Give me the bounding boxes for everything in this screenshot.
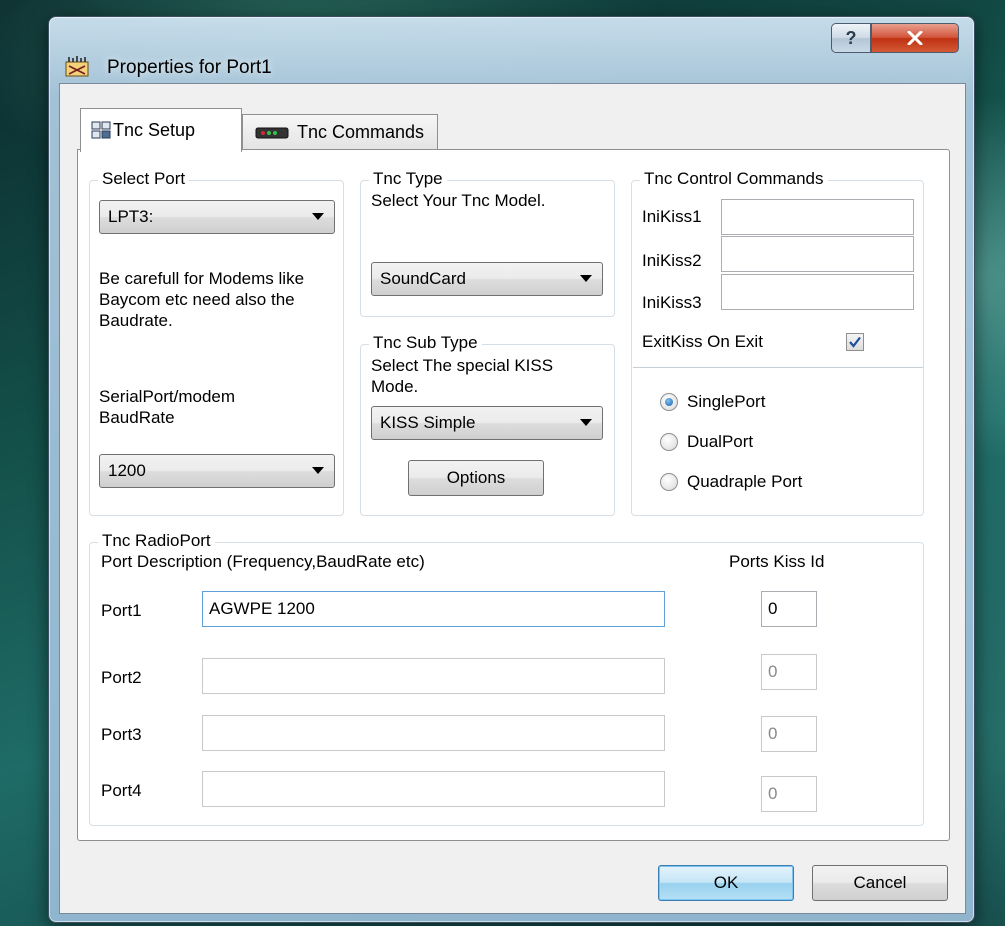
properties-dialog: Properties for Port1 ? Tnc Setup Tnc Com… bbox=[48, 16, 975, 923]
port4-label: Port4 bbox=[101, 781, 142, 800]
control-commands-group: Tnc Control Commands IniKiss1 IniKiss2 I… bbox=[631, 169, 924, 516]
inikiss2-input[interactable] bbox=[721, 236, 914, 272]
tnc-setup-panel: Select Port LPT3: Be carefull for Modems… bbox=[77, 149, 950, 841]
title-bar[interactable]: Properties for Port1 ? bbox=[49, 17, 974, 78]
tnc-sub-type-group: Tnc Sub Type Select The special KISS Mod… bbox=[360, 333, 615, 516]
port1-label: Port1 bbox=[101, 601, 142, 620]
port1-kiss-id-input[interactable]: 0 bbox=[761, 591, 817, 627]
baudrate-select-value: 1200 bbox=[108, 461, 146, 480]
baudrate-label: SerialPort/modem BaudRate bbox=[99, 387, 236, 427]
tnc-sub-type-select[interactable]: KISS Simple bbox=[371, 406, 603, 440]
radio-port-group: Tnc RadioPort Port Description (Frequenc… bbox=[89, 531, 924, 826]
tnc-type-value: SoundCard bbox=[380, 269, 467, 288]
inikiss1-input[interactable] bbox=[721, 199, 914, 235]
tnc-type-legend: Tnc Type bbox=[369, 169, 447, 189]
tab-label: Tnc Setup bbox=[113, 120, 196, 140]
tnc-sub-type-hint: Select The special KISS Mode. bbox=[371, 356, 554, 396]
quadraple-port-radio[interactable] bbox=[660, 473, 678, 491]
inikiss3-label: IniKiss3 bbox=[642, 293, 702, 312]
inikiss2-label: IniKiss2 bbox=[642, 251, 702, 270]
close-button[interactable] bbox=[871, 23, 959, 53]
inikiss3-input[interactable] bbox=[721, 274, 914, 310]
chevron-down-icon bbox=[312, 467, 324, 474]
inikiss1-label: IniKiss1 bbox=[642, 207, 702, 226]
quadraple-port-label: Quadraple Port bbox=[687, 472, 803, 491]
tnc-type-hint: Select Your Tnc Model. bbox=[371, 191, 546, 210]
modem-icon bbox=[255, 127, 289, 139]
port3-label: Port3 bbox=[101, 725, 142, 744]
cancel-button[interactable]: Cancel bbox=[812, 865, 948, 901]
port3-kiss-id-input[interactable]: 0 bbox=[761, 716, 817, 752]
port-select[interactable]: LPT3: bbox=[99, 200, 335, 234]
exitkiss-label: ExitKiss On Exit bbox=[642, 332, 763, 351]
dialog-client-area: Tnc Setup Tnc Commands Select Port LPT3:… bbox=[59, 83, 966, 914]
help-button[interactable]: ? bbox=[831, 23, 871, 53]
port2-kiss-id-input[interactable]: 0 bbox=[761, 654, 817, 690]
singleport-radio[interactable] bbox=[660, 393, 678, 411]
radio-port-legend: Tnc RadioPort bbox=[98, 531, 215, 551]
tnc-sub-type-legend: Tnc Sub Type bbox=[369, 333, 482, 353]
port-select-value: LPT3: bbox=[108, 207, 154, 226]
port3-description-input[interactable] bbox=[202, 715, 665, 751]
antenna-app-icon bbox=[65, 56, 89, 77]
tnc-setup-icon bbox=[91, 121, 111, 139]
baudrate-select[interactable]: 1200 bbox=[99, 454, 335, 488]
tab-tnc-setup[interactable]: Tnc Setup bbox=[80, 108, 242, 152]
select-port-legend: Select Port bbox=[98, 169, 190, 189]
tab-label: Tnc Commands bbox=[297, 122, 425, 142]
exitkiss-checkbox[interactable] bbox=[846, 333, 864, 351]
port1-description-input[interactable]: AGWPE 1200 bbox=[202, 591, 665, 627]
baudrate-note: Be carefull for Modems like Baycom etc n… bbox=[99, 269, 305, 330]
question-icon: ? bbox=[845, 27, 857, 48]
port4-kiss-id-input[interactable]: 0 bbox=[761, 776, 817, 812]
tnc-sub-type-value: KISS Simple bbox=[380, 413, 476, 432]
dualport-radio[interactable] bbox=[660, 433, 678, 451]
singleport-label: SinglePort bbox=[687, 392, 766, 411]
chevron-down-icon bbox=[580, 419, 592, 426]
close-icon bbox=[907, 31, 923, 45]
control-commands-legend: Tnc Control Commands bbox=[640, 169, 828, 189]
tab-tnc-commands[interactable]: Tnc Commands bbox=[242, 114, 438, 150]
section-divider bbox=[633, 367, 923, 368]
chevron-down-icon bbox=[312, 213, 324, 220]
dualport-label: DualPort bbox=[687, 432, 754, 451]
port4-description-input[interactable] bbox=[202, 771, 665, 807]
chevron-down-icon bbox=[580, 275, 592, 282]
tnc-type-group: Tnc Type Select Your Tnc Model. SoundCar… bbox=[360, 169, 615, 317]
ok-button[interactable]: OK bbox=[658, 865, 794, 901]
kiss-id-header: Ports Kiss Id bbox=[729, 552, 825, 571]
port2-label: Port2 bbox=[101, 668, 142, 687]
port2-description-input[interactable] bbox=[202, 658, 665, 694]
window-title: Properties for Port1 bbox=[107, 57, 272, 78]
select-port-group: Select Port LPT3: Be carefull for Modems… bbox=[89, 169, 344, 516]
checkmark-icon bbox=[849, 336, 861, 348]
options-button[interactable]: Options bbox=[408, 460, 544, 496]
tnc-type-select[interactable]: SoundCard bbox=[371, 262, 603, 296]
port-description-header: Port Description (Frequency,BaudRate etc… bbox=[101, 552, 425, 571]
